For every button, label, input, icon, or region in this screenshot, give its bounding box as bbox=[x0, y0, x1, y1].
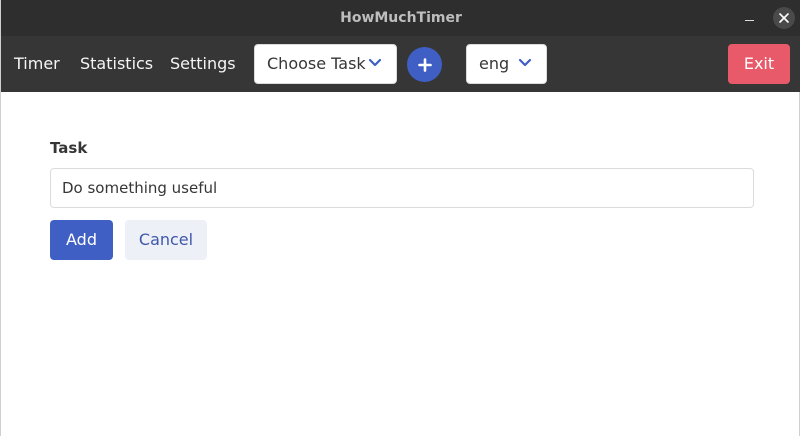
app-window: HowMuchTimer Timer Statistics Settings C… bbox=[0, 0, 800, 436]
nav-timer-link[interactable]: Timer bbox=[14, 36, 60, 92]
task-label: Task bbox=[50, 139, 88, 157]
title-bar: HowMuchTimer bbox=[1, 0, 800, 36]
nav-statistics-link[interactable]: Statistics bbox=[80, 36, 153, 92]
add-task-button[interactable] bbox=[407, 47, 442, 82]
task-select[interactable]: Choose Task bbox=[254, 44, 397, 84]
chevron-down-icon bbox=[518, 58, 532, 67]
plus-icon bbox=[417, 57, 432, 72]
language-select-value: eng bbox=[479, 54, 510, 73]
nav-bar: Timer Statistics Settings Choose Task en… bbox=[1, 36, 800, 92]
cancel-button[interactable]: Cancel bbox=[125, 220, 207, 260]
task-select-value: Choose Task bbox=[267, 54, 366, 73]
window-title: HowMuchTimer bbox=[340, 10, 462, 26]
nav-settings-link[interactable]: Settings bbox=[170, 36, 236, 92]
language-select[interactable]: eng bbox=[466, 44, 547, 84]
exit-button[interactable]: Exit bbox=[728, 44, 790, 84]
chevron-down-icon bbox=[368, 58, 382, 67]
close-glyph bbox=[779, 13, 789, 23]
close-icon[interactable] bbox=[773, 7, 795, 29]
task-input[interactable] bbox=[50, 168, 754, 208]
minimize-icon[interactable] bbox=[739, 8, 761, 28]
add-button[interactable]: Add bbox=[50, 220, 113, 260]
